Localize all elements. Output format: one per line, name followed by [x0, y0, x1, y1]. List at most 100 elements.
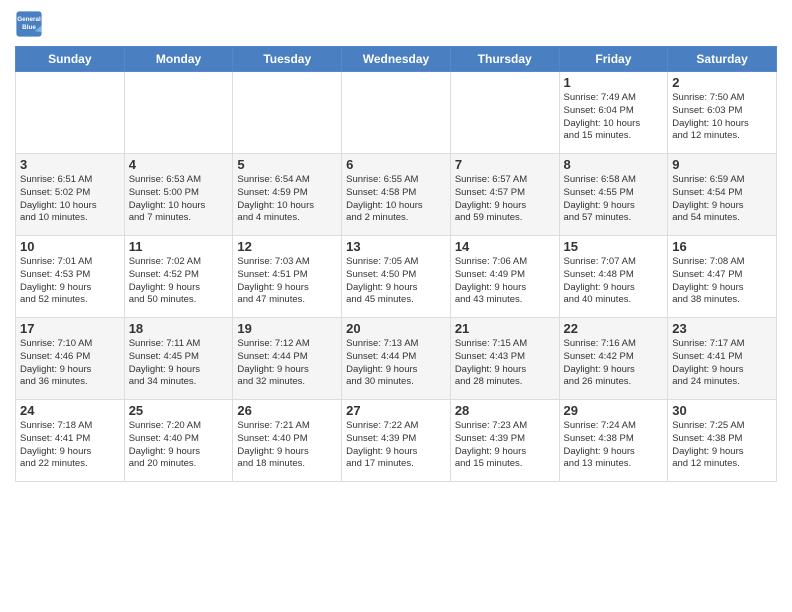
day-info: Sunrise: 6:59 AM Sunset: 4:54 PM Dayligh…: [672, 174, 772, 225]
day-info: Sunrise: 7:08 AM Sunset: 4:47 PM Dayligh…: [672, 256, 772, 307]
calendar-cell: 25Sunrise: 7:20 AM Sunset: 4:40 PM Dayli…: [124, 400, 233, 482]
logo-icon: General Blue: [15, 10, 43, 38]
calendar-cell: 26 Sunrise: 7:21 AM Sunset: 4:40 PM Dayli…: [233, 400, 342, 482]
day-info: Sunrise: 7:11 AM Sunset: 4:45 PM Dayligh…: [129, 338, 229, 389]
calendar-cell: 11 Sunrise: 7:02 AM Sunset: 4:52 PM Dayli…: [124, 236, 233, 318]
day-header-friday: Friday: [559, 47, 668, 72]
page-container: General Blue SundayMondayTuesdayWednesda…: [0, 0, 792, 487]
calendar-cell: 12Sunrise: 7:03 AM Sunset: 4:51 PM Dayli…: [233, 236, 342, 318]
day-info: Sunrise: 7:02 AM Sunset: 4:52 PM Dayligh…: [129, 256, 229, 307]
day-number: 29: [564, 403, 664, 418]
day-number: 8: [564, 157, 664, 172]
calendar-cell: 28 Sunrise: 7:23 AM Sunset: 4:39 PM Dayli…: [450, 400, 559, 482]
week-row-2: 3 Sunrise: 6:51 AM Sunset: 5:02 PM Daylig…: [16, 154, 777, 236]
day-number: 11: [129, 239, 229, 254]
day-info: Sunrise: 7:01 AM Sunset: 4:53 PM Dayligh…: [20, 256, 120, 307]
day-info: Sunrise: 7:15 AM Sunset: 4:43 PM Dayligh…: [455, 338, 555, 389]
day-info: Sunrise: 7:12 AM Sunset: 4:44 PM Dayligh…: [237, 338, 337, 389]
day-number: 23: [672, 321, 772, 336]
day-number: 20: [346, 321, 446, 336]
day-number: 7: [455, 157, 555, 172]
calendar-cell: 30 Sunrise: 7:25 AM Sunset: 4:38 PM Dayli…: [668, 400, 777, 482]
calendar-cell: 14 Sunrise: 7:06 AM Sunset: 4:49 PM Dayli…: [450, 236, 559, 318]
calendar-cell: 5Sunrise: 6:54 AM Sunset: 4:59 PM Daylig…: [233, 154, 342, 236]
calendar-cell: 1 Sunrise: 7:49 AM Sunset: 6:04 PM Daylig…: [559, 72, 668, 154]
day-number: 6: [346, 157, 446, 172]
calendar-cell: 2 Sunrise: 7:50 AM Sunset: 6:03 PM Daylig…: [668, 72, 777, 154]
day-info: Sunrise: 6:51 AM Sunset: 5:02 PM Dayligh…: [20, 174, 120, 225]
week-row-4: 17 Sunrise: 7:10 AM Sunset: 4:46 PM Dayli…: [16, 318, 777, 400]
day-number: 13: [346, 239, 446, 254]
calendar-cell: 23Sunrise: 7:17 AM Sunset: 4:41 PM Dayli…: [668, 318, 777, 400]
calendar-cell: 4 Sunrise: 6:53 AM Sunset: 5:00 PM Daylig…: [124, 154, 233, 236]
day-number: 19: [237, 321, 337, 336]
day-number: 28: [455, 403, 555, 418]
svg-text:General: General: [17, 16, 41, 23]
calendar-cell: 17 Sunrise: 7:10 AM Sunset: 4:46 PM Dayli…: [16, 318, 125, 400]
day-info: Sunrise: 7:18 AM Sunset: 4:41 PM Dayligh…: [20, 420, 120, 471]
calendar-cell: [450, 72, 559, 154]
day-number: 18: [129, 321, 229, 336]
week-row-1: 1 Sunrise: 7:49 AM Sunset: 6:04 PM Daylig…: [16, 72, 777, 154]
day-info: Sunrise: 7:06 AM Sunset: 4:49 PM Dayligh…: [455, 256, 555, 307]
day-number: 1: [564, 75, 664, 90]
day-info: Sunrise: 7:07 AM Sunset: 4:48 PM Dayligh…: [564, 256, 664, 307]
day-info: Sunrise: 6:55 AM Sunset: 4:58 PM Dayligh…: [346, 174, 446, 225]
day-number: 25: [129, 403, 229, 418]
calendar-cell: [16, 72, 125, 154]
calendar-cell: 6 Sunrise: 6:55 AM Sunset: 4:58 PM Daylig…: [342, 154, 451, 236]
day-info: Sunrise: 7:05 AM Sunset: 4:50 PM Dayligh…: [346, 256, 446, 307]
day-number: 2: [672, 75, 772, 90]
calendar-cell: 13 Sunrise: 7:05 AM Sunset: 4:50 PM Dayli…: [342, 236, 451, 318]
day-info: Sunrise: 7:23 AM Sunset: 4:39 PM Dayligh…: [455, 420, 555, 471]
calendar-cell: 29 Sunrise: 7:24 AM Sunset: 4:38 PM Dayli…: [559, 400, 668, 482]
day-number: 24: [20, 403, 120, 418]
calendar-cell: 18 Sunrise: 7:11 AM Sunset: 4:45 PM Dayli…: [124, 318, 233, 400]
day-header-tuesday: Tuesday: [233, 47, 342, 72]
day-info: Sunrise: 7:22 AM Sunset: 4:39 PM Dayligh…: [346, 420, 446, 471]
day-info: Sunrise: 7:16 AM Sunset: 4:42 PM Dayligh…: [564, 338, 664, 389]
calendar-cell: 24 Sunrise: 7:18 AM Sunset: 4:41 PM Dayli…: [16, 400, 125, 482]
day-number: 14: [455, 239, 555, 254]
calendar-cell: [342, 72, 451, 154]
day-info: Sunrise: 6:58 AM Sunset: 4:55 PM Dayligh…: [564, 174, 664, 225]
day-info: Sunrise: 7:13 AM Sunset: 4:44 PM Dayligh…: [346, 338, 446, 389]
calendar-cell: 21 Sunrise: 7:15 AM Sunset: 4:43 PM Dayli…: [450, 318, 559, 400]
day-number: 16: [672, 239, 772, 254]
calendar-cell: 7Sunrise: 6:57 AM Sunset: 4:57 PM Daylig…: [450, 154, 559, 236]
week-row-5: 24 Sunrise: 7:18 AM Sunset: 4:41 PM Dayli…: [16, 400, 777, 482]
day-number: 21: [455, 321, 555, 336]
day-number: 17: [20, 321, 120, 336]
day-number: 30: [672, 403, 772, 418]
calendar-cell: 22 Sunrise: 7:16 AM Sunset: 4:42 PM Dayli…: [559, 318, 668, 400]
day-info: Sunrise: 7:21 AM Sunset: 4:40 PM Dayligh…: [237, 420, 337, 471]
day-number: 5: [237, 157, 337, 172]
calendar-cell: 3 Sunrise: 6:51 AM Sunset: 5:02 PM Daylig…: [16, 154, 125, 236]
day-number: 3: [20, 157, 120, 172]
day-header-wednesday: Wednesday: [342, 47, 451, 72]
calendar-header-row: SundayMondayTuesdayWednesdayThursdayFrid…: [16, 47, 777, 72]
calendar-cell: [233, 72, 342, 154]
calendar-cell: 27 Sunrise: 7:22 AM Sunset: 4:39 PM Dayli…: [342, 400, 451, 482]
day-number: 15: [564, 239, 664, 254]
day-info: Sunrise: 7:50 AM Sunset: 6:03 PM Dayligh…: [672, 92, 772, 143]
calendar-cell: 8 Sunrise: 6:58 AM Sunset: 4:55 PM Daylig…: [559, 154, 668, 236]
day-number: 26: [237, 403, 337, 418]
day-info: Sunrise: 6:53 AM Sunset: 5:00 PM Dayligh…: [129, 174, 229, 225]
day-info: Sunrise: 7:24 AM Sunset: 4:38 PM Dayligh…: [564, 420, 664, 471]
day-header-sunday: Sunday: [16, 47, 125, 72]
day-number: 27: [346, 403, 446, 418]
calendar-cell: [124, 72, 233, 154]
calendar-cell: 16 Sunrise: 7:08 AM Sunset: 4:47 PM Dayli…: [668, 236, 777, 318]
calendar-cell: 19 Sunrise: 7:12 AM Sunset: 4:44 PM Dayli…: [233, 318, 342, 400]
calendar-cell: 15 Sunrise: 7:07 AM Sunset: 4:48 PM Dayli…: [559, 236, 668, 318]
calendar-cell: 20 Sunrise: 7:13 AM Sunset: 4:44 PM Dayli…: [342, 318, 451, 400]
day-number: 22: [564, 321, 664, 336]
calendar-cell: 10Sunrise: 7:01 AM Sunset: 4:53 PM Dayli…: [16, 236, 125, 318]
svg-text:Blue: Blue: [22, 24, 36, 31]
day-number: 4: [129, 157, 229, 172]
day-info: Sunrise: 7:10 AM Sunset: 4:46 PM Dayligh…: [20, 338, 120, 389]
day-info: Sunrise: 7:25 AM Sunset: 4:38 PM Dayligh…: [672, 420, 772, 471]
day-info: Sunrise: 7:03 AM Sunset: 4:51 PM Dayligh…: [237, 256, 337, 307]
day-info: Sunrise: 7:49 AM Sunset: 6:04 PM Dayligh…: [564, 92, 664, 143]
